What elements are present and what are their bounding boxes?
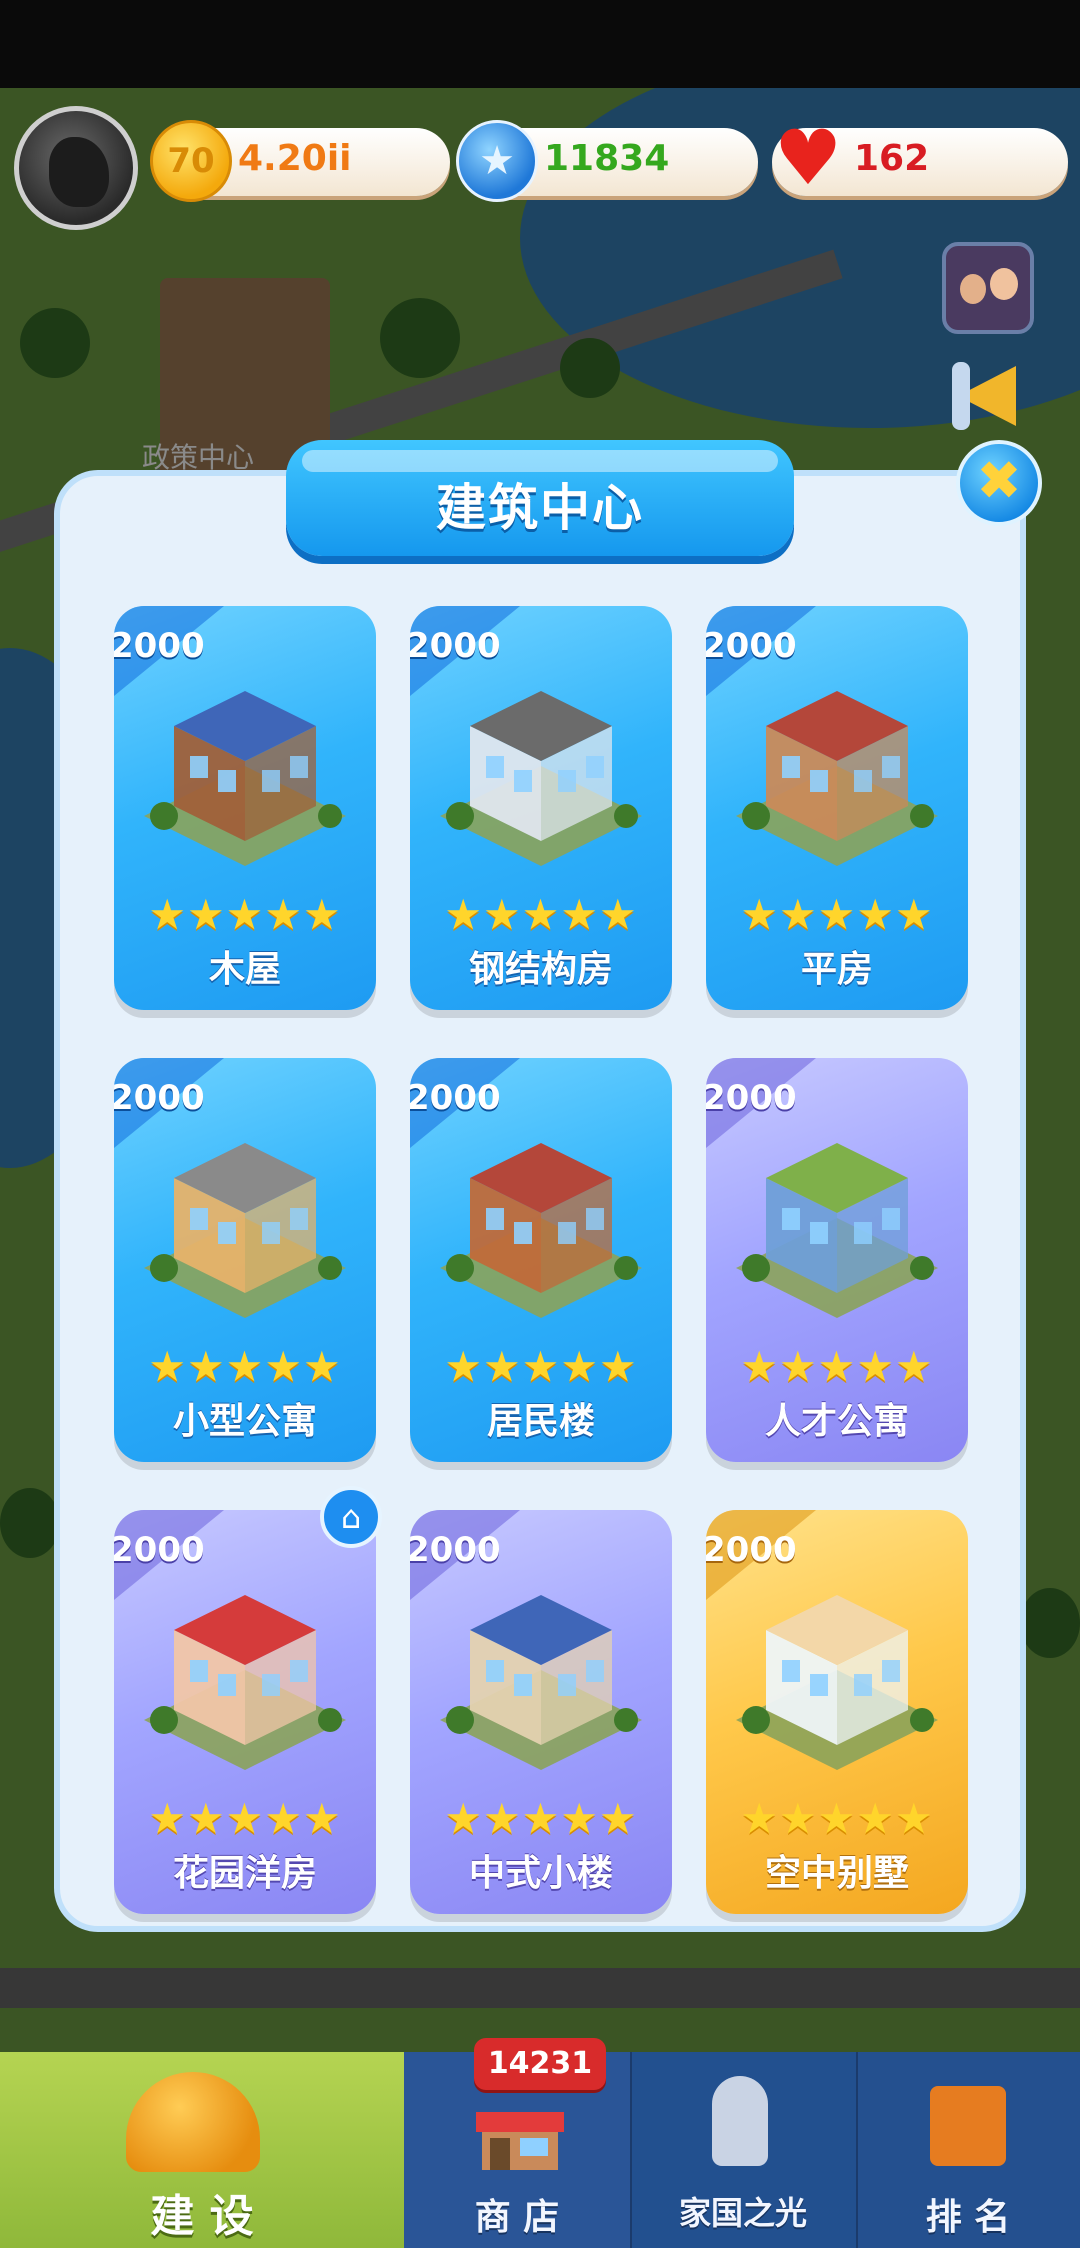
rocket-icon bbox=[712, 2076, 768, 2166]
coin-counter: 70 4.20ii bbox=[150, 120, 450, 202]
building-illustration bbox=[736, 1143, 938, 1318]
building-card[interactable]: 2000 ★★★★★ 木屋 bbox=[114, 606, 376, 1010]
building-card[interactable]: 2000 ★★★★★ 中式小楼 bbox=[410, 1510, 672, 1914]
building-illustration bbox=[736, 691, 938, 866]
home-icon: ⌂ bbox=[320, 1486, 382, 1548]
gem-value: 11834 bbox=[544, 138, 670, 179]
star-rating: ★★★★★ bbox=[740, 890, 934, 939]
building-price: 2000 bbox=[706, 1530, 797, 1570]
star-rating: ★★★★★ bbox=[444, 1794, 638, 1843]
building-name: 居民楼 bbox=[486, 1401, 595, 1442]
heart-value: 162 bbox=[854, 138, 930, 179]
building-card[interactable]: 2000 ★★★★★ 平房 bbox=[706, 606, 968, 1010]
building-illustration bbox=[144, 1595, 346, 1770]
tab-build-label: 建 设 bbox=[150, 2191, 254, 2242]
avatar-image bbox=[49, 137, 109, 207]
building-name: 小型公寓 bbox=[172, 1401, 317, 1442]
building-price: 2000 bbox=[410, 626, 501, 666]
building-name: 钢结构房 bbox=[468, 949, 613, 990]
building-illustration bbox=[144, 691, 346, 866]
player-avatar[interactable] bbox=[14, 106, 138, 230]
nav-divider bbox=[630, 2052, 632, 2248]
building-name: 花园洋房 bbox=[172, 1853, 317, 1894]
star-rating: ★★★★★ bbox=[148, 890, 342, 939]
building-illustration bbox=[440, 1595, 642, 1770]
dialog-title-bar: 建筑中心 bbox=[286, 440, 794, 556]
building-name: 空中别墅 bbox=[764, 1853, 909, 1894]
building-price: 2000 bbox=[114, 1530, 205, 1570]
building-illustration bbox=[440, 691, 642, 866]
heart-icon: ♥ bbox=[774, 113, 843, 202]
building-price: 2000 bbox=[706, 626, 797, 666]
building-price: 2000 bbox=[706, 1078, 797, 1118]
star-rating: ★★★★★ bbox=[740, 1342, 934, 1391]
building-price: 2000 bbox=[114, 1078, 205, 1118]
building-name: 中式小楼 bbox=[468, 1853, 613, 1894]
tab-rank-label: 排 名 bbox=[925, 2197, 1011, 2238]
star-rating: ★★★★★ bbox=[148, 1342, 342, 1391]
building-name: 木屋 bbox=[208, 949, 281, 990]
building-card[interactable]: 2000 ★★★★★ 居民楼 bbox=[410, 1058, 672, 1462]
building-price: 2000 bbox=[410, 1530, 501, 1570]
announcement-button[interactable] bbox=[942, 352, 1038, 436]
family-icon-face bbox=[990, 268, 1018, 300]
family-photo-button[interactable] bbox=[942, 242, 1034, 334]
building-name: 人才公寓 bbox=[764, 1401, 909, 1442]
heart-counter: ♥ 162 bbox=[772, 118, 1068, 198]
building-illustration bbox=[144, 1143, 346, 1318]
building-card[interactable]: 2000 ★★★★★ 钢结构房 bbox=[410, 606, 672, 1010]
star-rating: ★★★★★ bbox=[148, 1794, 342, 1843]
tab-nation-label: 家国之光 bbox=[678, 2194, 807, 2232]
family-icon bbox=[960, 274, 986, 304]
coin-value: 4.20ii bbox=[238, 138, 352, 179]
building-card[interactable]: 2000 ★★★★★ 空中别墅 bbox=[706, 1510, 968, 1914]
building-price: 2000 bbox=[114, 626, 205, 666]
star-rating: ★★★★★ bbox=[444, 890, 638, 939]
building-card[interactable]: 2000 ★★★★★ 小型公寓 bbox=[114, 1058, 376, 1462]
status-bar bbox=[0, 0, 1080, 88]
nav-divider bbox=[856, 2052, 858, 2248]
megaphone-mouth bbox=[952, 362, 970, 430]
building-illustration bbox=[440, 1143, 642, 1318]
star-rating: ★★★★★ bbox=[444, 1342, 638, 1391]
shop-badge: 14231 bbox=[474, 2038, 606, 2090]
podium-icon bbox=[930, 2086, 1006, 2166]
star-rating: ★★★★★ bbox=[740, 1794, 934, 1843]
tab-shop-label: 商 店 bbox=[474, 2197, 560, 2238]
building-illustration bbox=[736, 1595, 938, 1770]
building-name: 平房 bbox=[800, 949, 873, 990]
coin-icon: 70 bbox=[150, 120, 232, 202]
dialog-title: 建筑中心 bbox=[436, 479, 644, 537]
star-gem-icon: ★ bbox=[456, 120, 538, 202]
building-card[interactable]: 2000 ★★★★★ 花园洋房 bbox=[114, 1510, 376, 1914]
gem-counter: ★ 11834 bbox=[456, 120, 758, 202]
building-price: 2000 bbox=[410, 1078, 501, 1118]
close-button[interactable]: ✖ bbox=[956, 440, 1042, 526]
building-card[interactable]: 2000 ★★★★★ 人才公寓 bbox=[706, 1058, 968, 1462]
shop-icon bbox=[470, 2096, 570, 2172]
